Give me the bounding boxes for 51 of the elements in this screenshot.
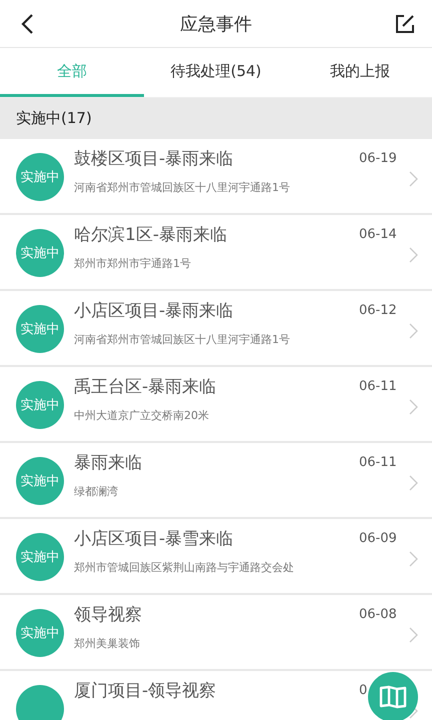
event-row[interactable]: 实施中 小店区项目-暴雨来临 06-12 河南省郑州市管城回族区十八里河宇通路1号 bbox=[0, 291, 432, 367]
status-badge: 实施中 bbox=[16, 381, 64, 429]
event-date: 06-14 bbox=[359, 227, 398, 242]
event-address: 中州大道京广立交桥南20米 bbox=[74, 408, 210, 423]
chevron-right-icon bbox=[409, 627, 418, 643]
status-badge: 实施中 bbox=[16, 229, 64, 277]
event-title: 小店区项目-暴雨来临 bbox=[74, 300, 234, 322]
event-title: 厦门项目-领导视察 bbox=[74, 680, 216, 702]
status-badge: 实施中 bbox=[16, 533, 64, 581]
event-address: 绿都澜湾 bbox=[74, 484, 119, 499]
status-badge: 实施中 bbox=[16, 153, 64, 201]
status-badge: 实施中 bbox=[16, 457, 64, 505]
event-title: 鼓楼区项目-暴雨来临 bbox=[74, 148, 234, 170]
status-badge: 实施中 bbox=[16, 609, 64, 657]
event-date: 06-11 bbox=[359, 379, 398, 394]
chevron-right-icon bbox=[409, 171, 418, 187]
event-date: 06-12 bbox=[359, 303, 398, 318]
chevron-right-icon bbox=[409, 399, 418, 415]
back-icon bbox=[20, 12, 34, 34]
event-title: 暴雨来临 bbox=[74, 452, 142, 474]
event-address: 河南省郑州市管城回族区十八里河宇通路1号 bbox=[74, 180, 291, 195]
event-row[interactable]: 实施中 小店区项目-暴雪来临 06-09 郑州市管城回族区紫荆山南路与宇通路交会处 bbox=[0, 519, 432, 595]
event-row[interactable]: 实施中 鼓楼区项目-暴雨来临 06-19 河南省郑州市管城回族区十八里河宇通路1号 bbox=[0, 139, 432, 215]
event-title: 哈尔滨1区-暴雨来临 bbox=[74, 224, 227, 246]
event-row[interactable]: 实施中 领导视察 06-08 郑州美巢装饰 bbox=[0, 595, 432, 671]
edit-icon bbox=[395, 14, 415, 34]
chevron-right-icon bbox=[409, 247, 418, 263]
page-title: 应急事件 bbox=[180, 12, 252, 36]
event-date: 06-08 bbox=[359, 607, 398, 622]
event-address: 郑州美巢装饰 bbox=[74, 636, 141, 651]
event-date: 0 bbox=[359, 683, 368, 698]
event-row[interactable]: 实施中 禹王台区-暴雨来临 06-11 中州大道京广立交桥南20米 bbox=[0, 367, 432, 443]
event-title: 小店区项目-暴雪来临 bbox=[74, 528, 234, 550]
section-header: 实施中(17) bbox=[0, 98, 432, 139]
chevron-right-icon bbox=[409, 323, 418, 339]
event-title: 禹王台区-暴雨来临 bbox=[74, 376, 216, 398]
event-date: 06-11 bbox=[359, 455, 398, 470]
event-address: 郑州市管城回族区紫荆山南路与宇通路交会处 bbox=[74, 560, 295, 575]
event-row[interactable]: 实施中 哈尔滨1区-暴雨来临 06-14 郑州市郑州市宇通路1号 bbox=[0, 215, 432, 291]
chevron-right-icon bbox=[409, 551, 418, 567]
event-address: 河南省郑州市管城回族区十八里河宇通路1号 bbox=[74, 332, 291, 347]
status-badge: 实施中 bbox=[16, 305, 64, 353]
event-address: 郑州市郑州市宇通路1号 bbox=[74, 256, 192, 271]
event-title: 领导视察 bbox=[74, 604, 142, 626]
event-date: 06-09 bbox=[359, 531, 398, 546]
event-date: 06-19 bbox=[359, 151, 398, 166]
event-row[interactable]: 实施中 暴雨来临 06-11 绿都澜湾 bbox=[0, 443, 432, 519]
map-icon bbox=[379, 685, 407, 709]
status-badge bbox=[16, 685, 64, 720]
map-button[interactable] bbox=[368, 672, 418, 720]
chevron-right-icon bbox=[409, 475, 418, 491]
